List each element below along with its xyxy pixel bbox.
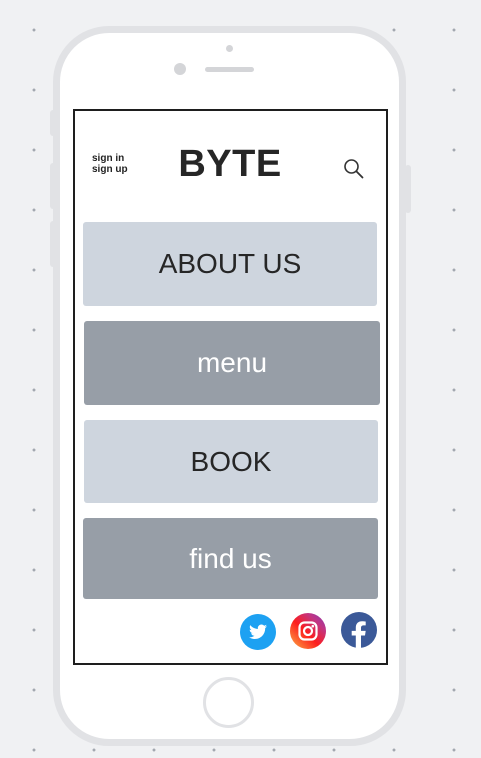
phone-sensor <box>226 45 233 52</box>
sign-in-link[interactable]: sign in <box>92 153 128 164</box>
about-us-button[interactable]: ABOUT US <box>83 222 377 306</box>
phone-volume-down <box>50 221 56 267</box>
twitter-icon[interactable] <box>240 614 276 650</box>
sign-up-link[interactable]: sign up <box>92 164 128 175</box>
phone-camera <box>174 63 186 75</box>
menu-label: menu <box>196 347 268 378</box>
phone-home-button[interactable] <box>203 677 254 728</box>
book-button[interactable]: BOOK <box>84 420 378 503</box>
find-us-label: find us <box>189 542 272 574</box>
phone-side-switch <box>50 110 56 136</box>
phone-speaker <box>205 67 254 72</box>
phone-power-button <box>405 165 411 213</box>
menu-button[interactable]: menu <box>84 321 380 405</box>
phone-volume-up <box>50 163 56 209</box>
about-us-label: ABOUT US <box>158 248 302 279</box>
find-us-button[interactable]: find us <box>83 518 378 599</box>
auth-links: sign in sign up <box>92 153 128 175</box>
facebook-icon[interactable] <box>341 612 377 648</box>
instagram-icon[interactable] <box>290 613 326 649</box>
book-label: BOOK <box>190 445 272 477</box>
brand-logo: BYTE <box>178 143 282 185</box>
search-icon[interactable] <box>342 157 366 181</box>
